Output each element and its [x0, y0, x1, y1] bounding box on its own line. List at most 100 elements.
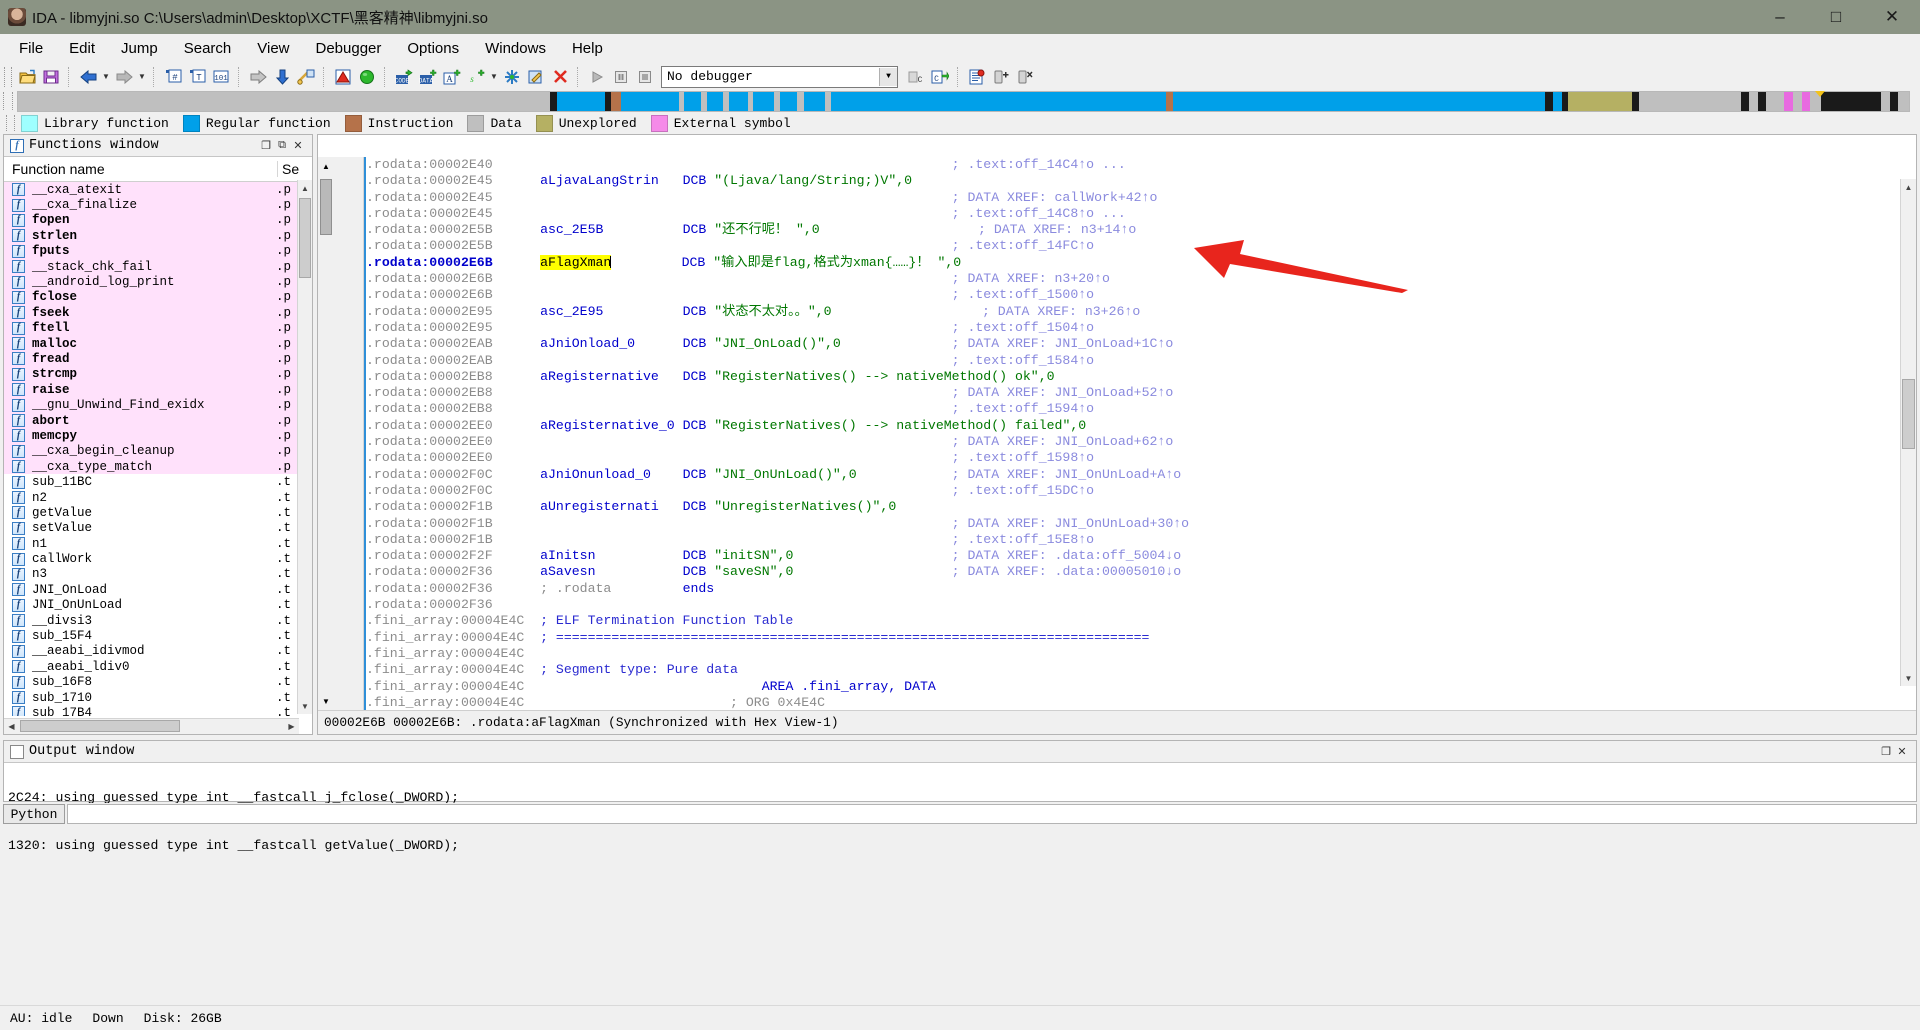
- function-list-item[interactable]: fsub_17B4.t: [4, 705, 312, 716]
- disassembly-line[interactable]: .rodata:00002F0C aJniOnunload_0 DCB "JNI…: [366, 467, 1916, 483]
- toolbar-grip[interactable]: [4, 67, 12, 87]
- jump-down-icon[interactable]: [270, 66, 294, 88]
- function-list-item[interactable]: f__aeabi_idivmod.t: [4, 644, 312, 659]
- pause-icon[interactable]: [609, 66, 633, 88]
- disassembly-line[interactable]: .rodata:00002E95 ; .text:off_1504↑o: [366, 320, 1916, 336]
- function-list-item[interactable]: f__cxa_type_match.p: [4, 459, 312, 474]
- function-list-item[interactable]: fJNI_OnLoad.t: [4, 582, 312, 597]
- disassembly-line[interactable]: .rodata:00002F0C ; .text:off_15DC↑o: [366, 483, 1916, 499]
- disassembly-line[interactable]: .rodata:00002F1B ; .text:off_15E8↑o: [366, 532, 1916, 548]
- del-breakpoint-icon[interactable]: [1013, 66, 1037, 88]
- function-list-item[interactable]: fsetValue.t: [4, 521, 312, 536]
- close-button[interactable]: ✕: [1864, 0, 1920, 34]
- scroll-up-icon[interactable]: ▲: [320, 159, 332, 173]
- function-list-item[interactable]: f__cxa_begin_cleanup.p: [4, 444, 312, 459]
- close-icon[interactable]: ✕: [1894, 744, 1910, 760]
- decompile-icon[interactable]: C: [904, 66, 928, 88]
- make-ascii-icon[interactable]: A: [440, 66, 464, 88]
- function-list-item[interactable]: fftell.p: [4, 321, 312, 336]
- green-circle-icon[interactable]: [355, 66, 379, 88]
- disassembly-line[interactable]: .rodata:00002E45 ; DATA XREF: callWork+4…: [366, 190, 1916, 206]
- function-list-item[interactable]: fstrlen.p: [4, 228, 312, 243]
- disassembly-line[interactable]: .rodata:00002EAB ; .text:off_1584↑o: [366, 353, 1916, 369]
- column-header-function-name[interactable]: Function name: [4, 161, 277, 177]
- output-log[interactable]: 2C24: using guessed type int __fastcall …: [4, 763, 1916, 895]
- disassembly-line[interactable]: .rodata:00002E6B ; .text:off_1500↑o: [366, 287, 1916, 303]
- scroll-thumb[interactable]: [320, 179, 332, 235]
- function-list-item[interactable]: fcallWork.t: [4, 551, 312, 566]
- scroll-right-icon[interactable]: ▶: [284, 719, 299, 734]
- restore-icon[interactable]: ❐: [1878, 744, 1894, 760]
- scroll-up-icon[interactable]: ▲: [1901, 179, 1916, 195]
- scroll-left-icon[interactable]: ◀: [4, 719, 19, 734]
- menu-options[interactable]: Options: [394, 36, 472, 61]
- graph-overview-icon[interactable]: [294, 66, 318, 88]
- function-list-item[interactable]: ffseek.p: [4, 305, 312, 320]
- add-breakpoint-icon[interactable]: [989, 66, 1013, 88]
- nav-forward-dropdown-icon[interactable]: ▼: [136, 66, 148, 88]
- function-list-item[interactable]: f__cxa_atexit.p: [4, 182, 312, 197]
- search-hex-icon[interactable]: #: [161, 66, 185, 88]
- function-list-item[interactable]: f__android_log_print.p: [4, 274, 312, 289]
- function-list-item[interactable]: f__aeabi_ldiv0.t: [4, 659, 312, 674]
- function-list-item[interactable]: f__stack_chk_fail.p: [4, 259, 312, 274]
- minimize-button[interactable]: –: [1752, 0, 1808, 34]
- scroll-thumb[interactable]: [299, 198, 311, 278]
- function-list-item[interactable]: fmalloc.p: [4, 336, 312, 351]
- menu-windows[interactable]: Windows: [472, 36, 559, 61]
- warning-icon[interactable]: [331, 66, 355, 88]
- function-list-item[interactable]: fn3.t: [4, 567, 312, 582]
- disassembly-line[interactable]: .rodata:00002E5B ; .text:off_14FC↑o: [366, 238, 1916, 254]
- disassembly-line[interactable]: .rodata:00002EE0 aRegisternative_0 DCB "…: [366, 418, 1916, 434]
- breakpoints-icon[interactable]: [965, 66, 989, 88]
- disassembly-line[interactable]: .fini_array:00004E4C ; =================…: [366, 630, 1916, 646]
- make-struct-icon[interactable]: s: [464, 66, 488, 88]
- menu-edit[interactable]: Edit: [56, 36, 108, 61]
- function-list-item[interactable]: fgetValue.t: [4, 505, 312, 520]
- stop-icon[interactable]: [633, 66, 657, 88]
- disassembly-listing[interactable]: .rodata:00002E40 ; .text:off_14C4↑o ....…: [364, 157, 1916, 710]
- menu-jump[interactable]: Jump: [108, 36, 171, 61]
- function-list-item[interactable]: fsub_15F4.t: [4, 628, 312, 643]
- nav-back-icon[interactable]: [76, 66, 100, 88]
- function-list-item[interactable]: ffclose.p: [4, 290, 312, 305]
- function-list-item[interactable]: ffopen.p: [4, 213, 312, 228]
- menu-file[interactable]: File: [6, 36, 56, 61]
- disassembly-line[interactable]: .rodata:00002E95 asc_2E95 DCB "状态不太对。。",…: [366, 304, 1916, 320]
- make-code-icon[interactable]: CODE: [392, 66, 416, 88]
- edit-function-icon[interactable]: [524, 66, 548, 88]
- disassembly-line[interactable]: .rodata:00002E40 ; .text:off_14C4↑o ...: [366, 157, 1916, 173]
- make-data-icon[interactable]: DATA: [416, 66, 440, 88]
- function-list-item[interactable]: fn1.t: [4, 536, 312, 551]
- search-binary-icon[interactable]: 101: [209, 66, 233, 88]
- function-list-item[interactable]: ffread.p: [4, 351, 312, 366]
- function-list-item[interactable]: fraise.p: [4, 382, 312, 397]
- function-list-item[interactable]: fsub_11BC.t: [4, 474, 312, 489]
- scroll-down-icon[interactable]: ▼: [1901, 670, 1916, 686]
- scroll-down-icon[interactable]: ▼: [320, 694, 332, 708]
- run-icon[interactable]: [585, 66, 609, 88]
- navband-grip[interactable]: [3, 92, 13, 110]
- python-cli-button[interactable]: Python: [3, 804, 65, 824]
- nav-back-dropdown-icon[interactable]: ▼: [100, 66, 112, 88]
- scroll-thumb[interactable]: [1902, 379, 1915, 449]
- disassembly-line[interactable]: .rodata:00002F1B ; DATA XREF: JNI_OnUnLo…: [366, 516, 1916, 532]
- open-file-icon[interactable]: [15, 66, 39, 88]
- menu-help[interactable]: Help: [559, 36, 616, 61]
- disassembly-gutter-scrollbar[interactable]: ▲ ▼: [318, 157, 364, 710]
- restore-icon[interactable]: ❐: [258, 138, 274, 154]
- disassembly-line[interactable]: .rodata:00002EB8 aRegisternative DCB "Re…: [366, 369, 1916, 385]
- disassembly-line[interactable]: .rodata:00002F2F aInitsn DCB "initSN",0 …: [366, 548, 1916, 564]
- cli-input[interactable]: [67, 804, 1917, 824]
- debugger-select[interactable]: No debugger ▼: [661, 66, 898, 88]
- disassembly-line[interactable]: .rodata:00002EAB aJniOnload_0 DCB "JNI_O…: [366, 336, 1916, 352]
- disassembly-line[interactable]: .fini_array:00004E4C ; ELF Termination F…: [366, 613, 1916, 629]
- disassembly-line[interactable]: .rodata:00002F36 ; .rodata ends: [366, 581, 1916, 597]
- jump-icon[interactable]: [246, 66, 270, 88]
- disassembly-line[interactable]: .rodata:00002E45 aLjavaLangStrin DCB "(L…: [366, 173, 1916, 189]
- functions-vscrollbar[interactable]: ▲ ▼: [297, 180, 312, 714]
- disassembly-line[interactable]: .rodata:00002EE0 ; DATA XREF: JNI_OnLoad…: [366, 434, 1916, 450]
- disassembly-line[interactable]: .fini_array:00004E4C: [366, 646, 1916, 662]
- make-array-icon[interactable]: [500, 66, 524, 88]
- maximize-button[interactable]: □: [1808, 0, 1864, 34]
